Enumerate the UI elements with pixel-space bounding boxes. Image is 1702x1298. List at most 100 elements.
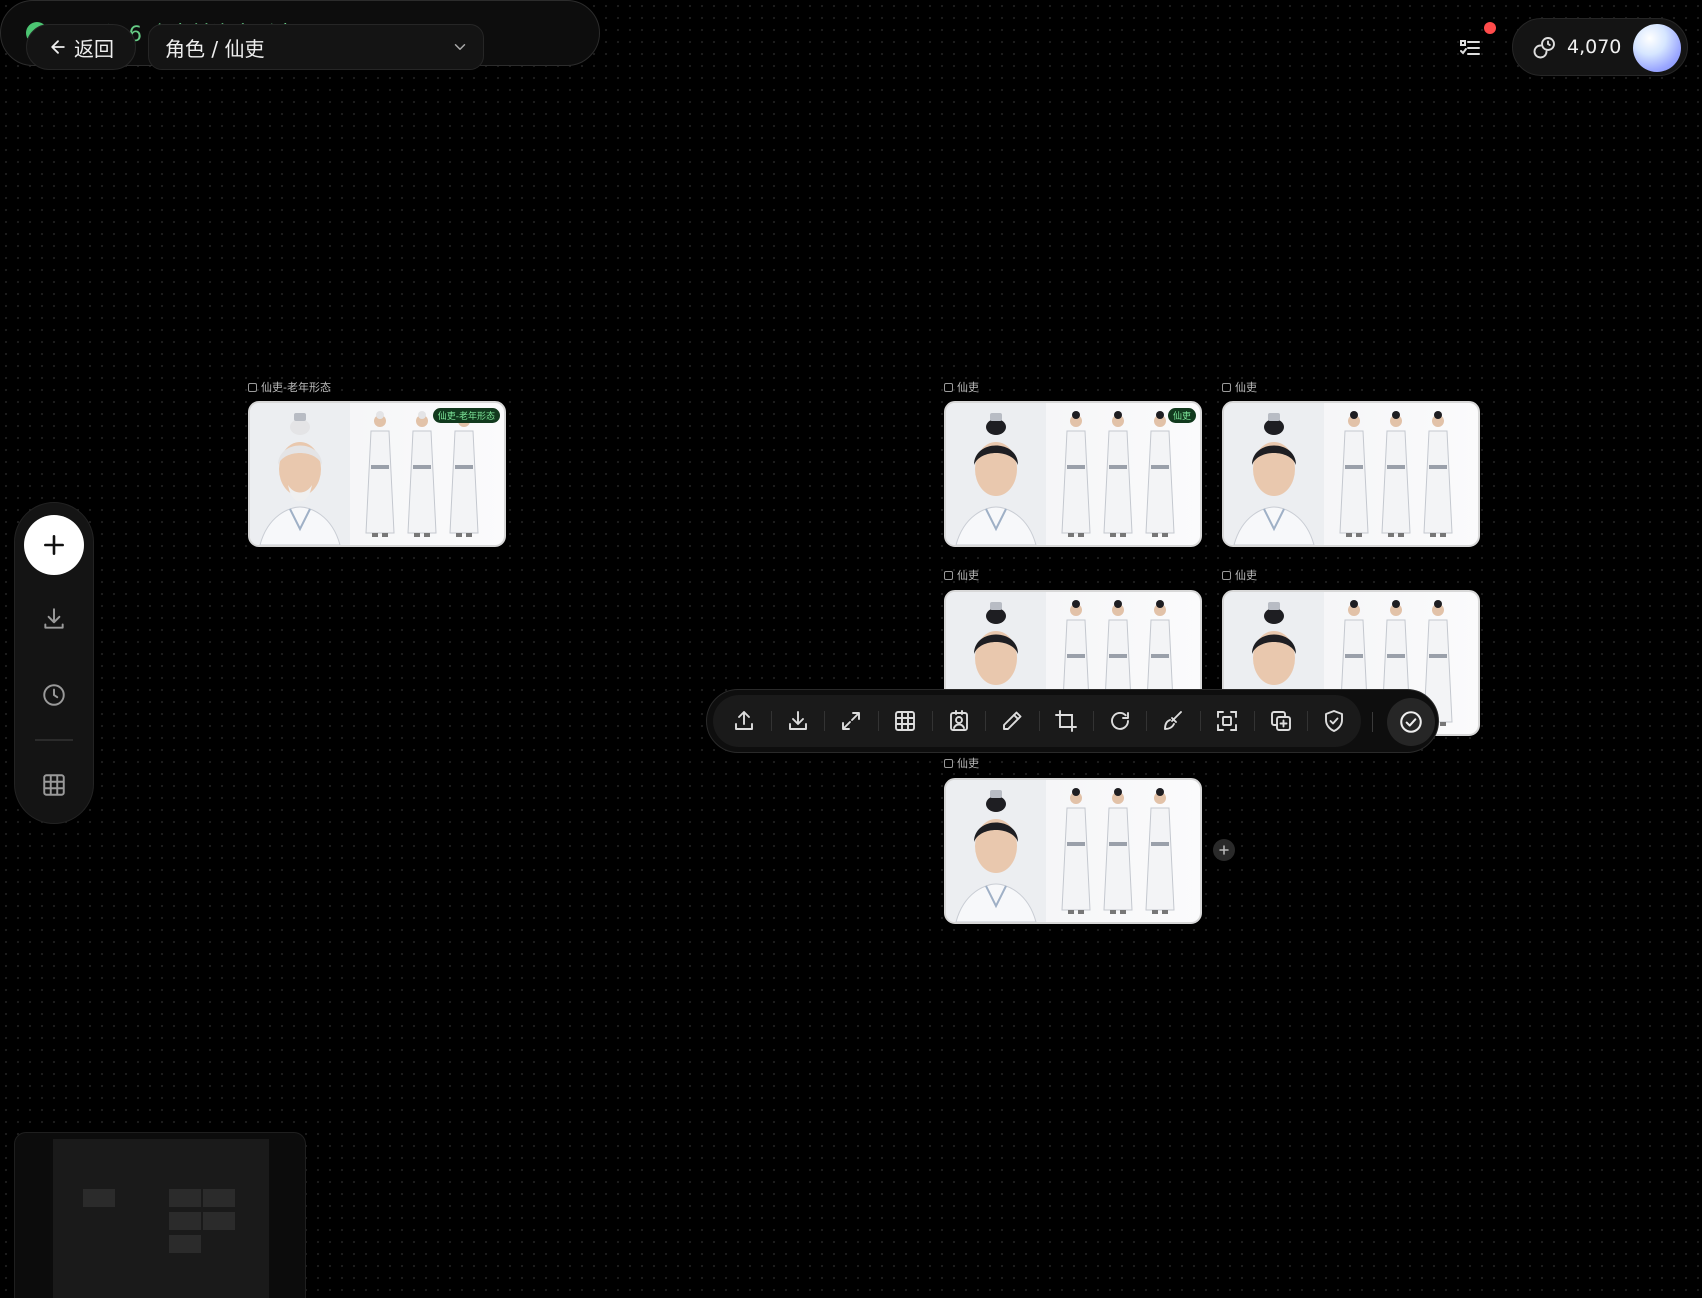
- grid-split-icon: [893, 709, 917, 733]
- notification-dot: [1484, 22, 1496, 34]
- brush-button[interactable]: [1146, 695, 1200, 747]
- credits-value: 4,070: [1567, 36, 1622, 58]
- minimap-card: [169, 1235, 201, 1253]
- upload-icon: [732, 709, 756, 733]
- character-sheet-image: [946, 403, 1175, 545]
- minimap-viewport[interactable]: [53, 1139, 269, 1298]
- import-button[interactable]: [34, 599, 74, 639]
- duplicate-button[interactable]: [1253, 695, 1308, 747]
- toolbar-divider: [1372, 712, 1373, 732]
- minimap-card: [203, 1189, 235, 1207]
- standing-figure: [1423, 411, 1453, 537]
- download-button[interactable]: [770, 695, 825, 747]
- grid-icon: [41, 772, 67, 798]
- credits-panel[interactable]: 4,070: [1512, 18, 1688, 76]
- add-node-button[interactable]: [1213, 839, 1235, 861]
- download-tray-icon: [41, 606, 67, 632]
- duplicate-icon: [1269, 709, 1293, 733]
- rail-divider: [35, 739, 73, 741]
- standing-figure: [449, 411, 479, 537]
- rotate-button[interactable]: [1092, 695, 1147, 747]
- upload-button[interactable]: [717, 695, 771, 747]
- back-button[interactable]: 返回: [26, 24, 136, 70]
- standing-figure: [1339, 411, 1369, 537]
- minimap-card: [169, 1212, 201, 1230]
- task-list-icon: [1458, 36, 1482, 60]
- character-sheet-image: [250, 403, 479, 545]
- portrait-icon: [947, 709, 971, 733]
- minimap-card: [169, 1189, 201, 1207]
- card-label: 仙吏: [944, 755, 979, 771]
- standing-figure: [1381, 411, 1411, 537]
- standing-figure: [1061, 411, 1091, 537]
- card-label: 仙吏: [944, 379, 979, 395]
- card-label: 仙吏: [1222, 567, 1257, 583]
- coins-icon: [1533, 35, 1557, 59]
- left-toolbar: [14, 502, 94, 824]
- minimap-card: [203, 1212, 235, 1230]
- card-badge: 仙吏: [1167, 408, 1196, 423]
- image-icon: [1222, 382, 1231, 392]
- shield-check-button[interactable]: [1307, 695, 1361, 747]
- card-label: 仙吏: [1222, 379, 1257, 395]
- pencil-button[interactable]: [985, 695, 1039, 747]
- image-toolbar: [706, 689, 1439, 753]
- portrait-figure: [1224, 403, 1324, 545]
- standing-figure: [365, 411, 395, 537]
- expand-icon: [839, 709, 863, 733]
- plus-icon: [1218, 844, 1230, 856]
- image-icon: [944, 758, 953, 768]
- standing-figure: [407, 411, 437, 537]
- character-sheet-image: [1224, 403, 1453, 545]
- crop-icon: [1054, 709, 1078, 733]
- card-badge: 仙吏-老年形态: [432, 408, 500, 423]
- grid-view-button[interactable]: [34, 765, 74, 805]
- portrait-figure: [250, 403, 350, 545]
- confirm-button[interactable]: [1387, 698, 1435, 746]
- arrow-left-icon: [48, 37, 68, 57]
- asset-selector[interactable]: 角色 / 仙吏: [148, 24, 484, 70]
- rotate-icon: [1108, 709, 1132, 733]
- card-label: 仙吏: [944, 567, 979, 583]
- pencil-icon: [1000, 709, 1024, 733]
- image-icon: [1222, 570, 1231, 580]
- standing-figure: [1103, 411, 1133, 537]
- standing-figure: [1145, 411, 1175, 537]
- card-label: 仙吏-老年形态: [248, 379, 331, 395]
- crop-button[interactable]: [1039, 695, 1093, 747]
- standing-figure: [1145, 788, 1175, 914]
- image-icon: [248, 382, 257, 392]
- image-icon: [944, 570, 953, 580]
- portrait-figure: [946, 403, 1046, 545]
- toolbar-actions: [713, 695, 1361, 747]
- minimap[interactable]: [14, 1132, 306, 1298]
- asset-card[interactable]: 仙吏: [944, 401, 1202, 547]
- standing-figure: [1061, 788, 1091, 914]
- shield-check-icon: [1322, 709, 1346, 733]
- brush-icon: [1161, 709, 1185, 733]
- task-list-button[interactable]: [1454, 22, 1496, 64]
- clock-icon: [41, 682, 67, 708]
- back-label: 返回: [74, 36, 114, 61]
- chevron-down-icon: [451, 38, 469, 56]
- image-extend-button[interactable]: [1200, 695, 1254, 747]
- history-button[interactable]: [34, 675, 74, 715]
- download-icon: [786, 709, 810, 733]
- add-button[interactable]: [24, 515, 84, 575]
- asset-card[interactable]: [1222, 401, 1480, 547]
- portrait-figure: [946, 780, 1046, 922]
- standing-figure: [1103, 788, 1133, 914]
- asset-card[interactable]: 仙吏-老年形态: [248, 401, 506, 547]
- avatar[interactable]: [1633, 24, 1681, 72]
- character-sheet-image: [946, 780, 1175, 922]
- image-extend-icon: [1215, 709, 1239, 733]
- check-circle-icon: [1398, 709, 1424, 735]
- minimap-card: [83, 1189, 115, 1207]
- asset-card[interactable]: [944, 778, 1202, 924]
- asset-selector-value: 角色 / 仙吏: [165, 36, 265, 61]
- expand-button[interactable]: [824, 695, 878, 747]
- grid-split-button[interactable]: [878, 695, 932, 747]
- plus-icon: [41, 532, 67, 558]
- image-icon: [944, 382, 953, 392]
- portrait-button[interactable]: [931, 695, 986, 747]
